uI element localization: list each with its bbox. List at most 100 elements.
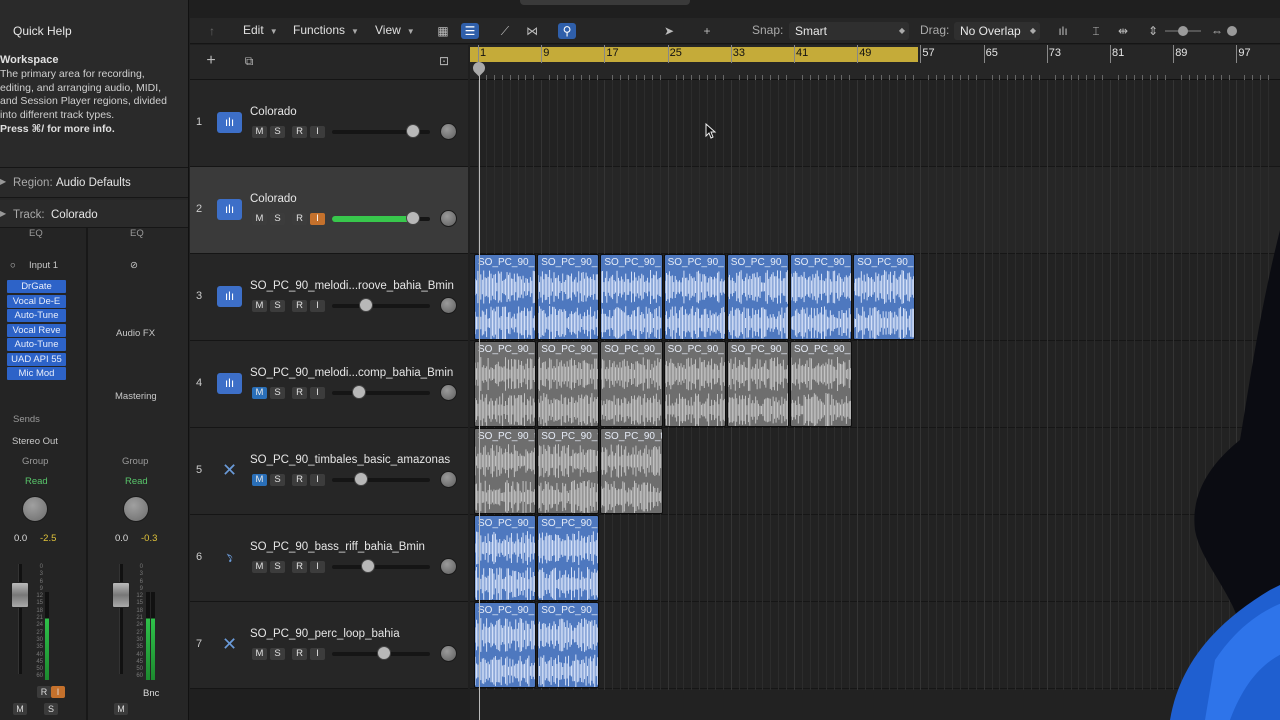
volume-slider-handle[interactable] (376, 646, 391, 660)
volume-slider[interactable] (332, 478, 430, 482)
record-button[interactable]: R (292, 474, 307, 486)
waveform-icon[interactable]: ılı (217, 373, 242, 394)
solo-button[interactable]: S (270, 213, 285, 225)
playhead[interactable] (479, 64, 480, 720)
view-menu[interactable]: View ▼ (375, 22, 415, 39)
flex-icon[interactable]: ⋈ (523, 23, 541, 39)
volume-fader-track[interactable] (119, 564, 123, 674)
mute-button[interactable]: M (252, 213, 267, 225)
audio-region[interactable]: SO_PC_90_ (474, 341, 537, 427)
pan-knob[interactable] (440, 210, 457, 227)
crosshair-tool-icon[interactable]: + (698, 23, 716, 39)
solo-button[interactable]: S (270, 561, 285, 573)
input-button[interactable]: I (310, 648, 325, 660)
track-header[interactable]: 5 ✕ SO_PC_90_timbales_basic_amazonas M S R I (190, 428, 468, 515)
catch-icon[interactable]: ⚲ (558, 23, 576, 39)
volume-fader-track[interactable] (18, 564, 22, 674)
audio-region[interactable]: SO_PC_90_ (474, 602, 537, 688)
track-name[interactable]: SO_PC_90_melodi...roove_bahia_Bmin (250, 280, 454, 292)
region-inspector-header[interactable]: ▶ Region: Audio Defaults (0, 168, 188, 198)
volume-fader-handle[interactable] (112, 582, 130, 608)
drag-select[interactable]: No Overlap ◆ (954, 22, 1040, 40)
record-button[interactable]: R (292, 387, 307, 399)
pan-knob[interactable] (440, 297, 457, 314)
track-name[interactable]: SO_PC_90_perc_loop_bahia (250, 628, 400, 640)
audio-region[interactable]: SO_PC_90_ (537, 602, 600, 688)
vertical-zoom-icon[interactable]: ⇕ (1144, 23, 1162, 39)
track-header[interactable]: 1 ılı Colorado M S R I (190, 80, 468, 167)
horizontal-zoom-icon[interactable]: ⇔ (1208, 23, 1226, 39)
functions-menu[interactable]: Functions ▼ (293, 22, 359, 39)
track-name[interactable]: Colorado (250, 193, 297, 205)
track-header[interactable]: 3 ılı SO_PC_90_melodi...roove_bahia_Bmin M S… (190, 254, 468, 341)
cycle-range[interactable] (470, 47, 918, 62)
vertical-fit-icon[interactable]: ⌶ (1087, 23, 1105, 39)
automation-mode[interactable]: Read (25, 476, 48, 487)
plugin-slot[interactable]: Mic Mod (7, 367, 66, 380)
drums-icon[interactable]: ✕ (217, 460, 242, 481)
track-name[interactable]: SO_PC_90_timbales_basic_amazonas (250, 454, 450, 466)
solo-button[interactable]: S (270, 300, 285, 312)
up-arrow-icon[interactable]: ↑ (203, 23, 221, 39)
track-header[interactable]: 7 ✕ SO_PC_90_perc_loop_bahia M S R I (190, 602, 468, 689)
audio-region[interactable]: SO_PC_90_ (600, 254, 663, 340)
mastering-slot[interactable]: Mastering (115, 391, 157, 402)
input-button[interactable]: I (310, 474, 325, 486)
volume-slider-handle[interactable] (406, 124, 421, 138)
track-name[interactable]: Colorado (250, 106, 297, 118)
mute-button[interactable]: M (13, 703, 27, 715)
record-button[interactable]: R (292, 561, 307, 573)
audio-region[interactable]: SO_PC_90_ (853, 254, 916, 340)
input-monitor-icon[interactable]: ○ (10, 260, 16, 271)
track-lane[interactable] (470, 80, 1280, 167)
waveform-icon[interactable]: ılı (217, 199, 242, 220)
drums-icon[interactable]: ✕ (217, 634, 242, 655)
bar-ruler[interactable]: 1 9 17 25 33 41 49 57 65 73 81 89 97 (470, 45, 1280, 80)
input-slot[interactable]: Input 1 (29, 260, 58, 271)
pan-knob[interactable] (440, 645, 457, 662)
audio-region[interactable]: SO_PC_90_ (663, 341, 726, 427)
pan-knob[interactable] (440, 384, 457, 401)
global-tracks-icon[interactable]: ⊡ (435, 53, 453, 69)
mute-button[interactable]: M (252, 648, 267, 660)
pan-knob[interactable] (440, 123, 457, 140)
volume-slider[interactable] (332, 304, 430, 308)
plugin-slot[interactable]: Auto-Tune (7, 309, 66, 322)
volume-slider-handle[interactable] (354, 472, 369, 486)
plugin-slot[interactable]: Vocal De-E (7, 294, 66, 308)
eq-label[interactable]: EQ (130, 228, 144, 239)
audio-region[interactable]: SO_PC_90_t (600, 428, 663, 514)
plugin-slot[interactable]: Vocal Reve (7, 323, 66, 337)
plugin-slot[interactable]: DrGate (7, 280, 66, 293)
record-button[interactable]: R (292, 126, 307, 138)
pointer-tool-icon[interactable]: ➤ (660, 23, 678, 39)
duplicate-track-icon[interactable]: ⧉ (240, 53, 258, 69)
link-icon[interactable]: ⊘ (130, 260, 138, 271)
solo-button[interactable]: S (270, 387, 285, 399)
input-button[interactable]: I (310, 561, 325, 573)
audio-region[interactable]: SO_PC_90_ (474, 515, 537, 601)
automation-mode[interactable]: Read (125, 476, 148, 487)
lcd-display[interactable] (520, 0, 690, 5)
mute-button[interactable]: M (252, 300, 267, 312)
quick-help-title[interactable]: Quick Help (13, 24, 72, 38)
automation-icon[interactable]: ⟋ (496, 23, 514, 39)
group-slot[interactable]: Group (122, 456, 148, 467)
volume-fader-handle[interactable] (11, 582, 29, 608)
plugin-slot[interactable]: Auto-Tune (7, 338, 66, 351)
pan-knob[interactable] (440, 471, 457, 488)
track-header[interactable]: 2 ılı Colorado M S R I (190, 167, 468, 254)
pan-knob[interactable] (440, 558, 457, 575)
audio-region[interactable]: SO_PC_90_ (474, 254, 537, 340)
bounce-button[interactable]: Bnc (143, 688, 159, 699)
plugin-slot[interactable]: UAD API 55 (7, 352, 66, 366)
mute-button[interactable]: M (252, 474, 267, 486)
horizontal-zoom-handle[interactable] (1227, 26, 1237, 36)
guitar-icon[interactable]: ♪ (213, 542, 246, 574)
audio-fx-slot[interactable]: Audio FX (116, 328, 155, 339)
snap-select[interactable]: Smart ◆ (789, 22, 909, 40)
volume-slider[interactable] (332, 565, 430, 569)
output-slot[interactable]: Stereo Out (12, 436, 58, 447)
solo-button[interactable]: S (270, 648, 285, 660)
audio-region[interactable]: SO_PC_90_ (600, 341, 663, 427)
